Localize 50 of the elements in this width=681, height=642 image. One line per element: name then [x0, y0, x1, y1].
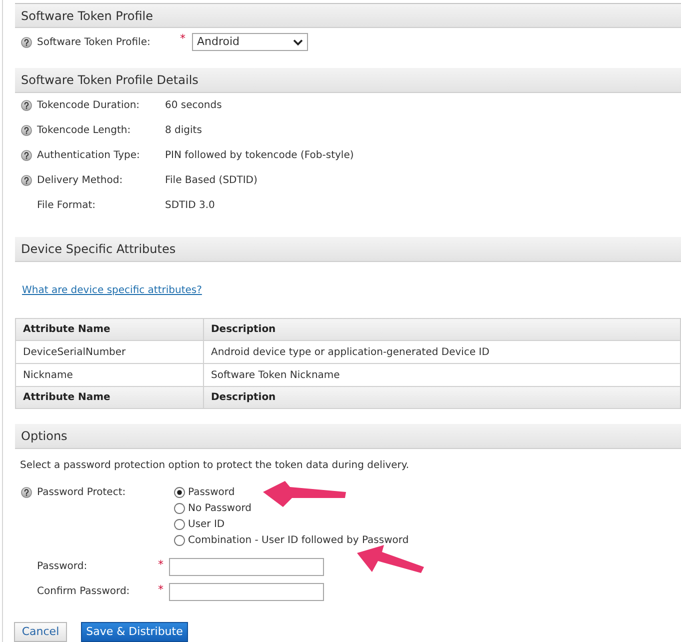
- radio-button[interactable]: [174, 518, 185, 530]
- detail-label: Tokencode Length:: [37, 124, 132, 138]
- help-icon[interactable]: [21, 175, 32, 186]
- cancel-button[interactable]: Cancel: [14, 622, 67, 642]
- table-header-cell: Attribute Name: [16, 318, 204, 340]
- table-cell: Android device type or application-generated Device ID: [204, 340, 680, 364]
- help-link[interactable]: What are device specific attributes?: [22, 282, 202, 298]
- table-header-cell: Attribute Name: [16, 386, 204, 408]
- section-header: Software Token Profile: [15, 3, 681, 28]
- field-label: Software Token Profile:: [37, 36, 152, 50]
- detail-value: SDTID 3.0: [165, 199, 215, 213]
- detail-label: File Format:: [37, 199, 97, 213]
- field-label: Confirm Password:: [37, 585, 131, 599]
- field-label: Password:: [37, 560, 88, 574]
- radio-label: No Password: [188, 502, 252, 516]
- required-mark: *: [158, 559, 164, 570]
- radio-button[interactable]: [174, 502, 185, 514]
- radio-label: Password: [188, 486, 235, 500]
- radio-label: User ID: [188, 518, 225, 532]
- options-description: Select a password protection option to protect the token data during delivery.: [20, 458, 410, 472]
- table-header-cell: Description: [204, 386, 680, 408]
- detail-label: Tokencode Duration:: [37, 99, 141, 113]
- chevron-down-icon: [293, 38, 303, 46]
- detail-label: Delivery Method:: [37, 174, 124, 188]
- detail-value: File Based (SDTID): [165, 174, 258, 188]
- radio-button[interactable]: [174, 534, 185, 546]
- help-icon[interactable]: [21, 486, 32, 498]
- section-header: Device Specific Attributes: [15, 237, 681, 262]
- field-label: Password Protect:: [37, 486, 127, 500]
- annotation-arrow: [356, 544, 425, 574]
- password-input[interactable]: [169, 558, 324, 576]
- detail-value: 8 digits: [165, 124, 202, 138]
- required-mark: *: [180, 33, 186, 44]
- required-mark: *: [158, 584, 164, 595]
- password-input[interactable]: [169, 582, 324, 600]
- save-distribute-button[interactable]: Save & Distribute: [81, 622, 188, 642]
- detail-value: 60 seconds: [165, 99, 222, 113]
- table-header-cell: Description: [204, 318, 680, 340]
- help-icon[interactable]: [21, 100, 32, 111]
- help-icon[interactable]: [21, 125, 32, 136]
- detail-value: PIN followed by tokencode (Fob-style): [165, 149, 354, 163]
- section-header: Software Token Profile Details: [15, 68, 681, 93]
- help-icon[interactable]: [21, 36, 32, 48]
- help-icon[interactable]: [21, 150, 32, 161]
- radio-label: Combination - User ID followed by Password: [188, 534, 409, 548]
- section-header: Options: [15, 424, 681, 449]
- detail-label: Authentication Type:: [37, 149, 141, 163]
- profile-select[interactable]: Android: [192, 33, 308, 51]
- radio-button[interactable]: [174, 486, 185, 498]
- table-cell: DeviceSerialNumber: [16, 340, 204, 364]
